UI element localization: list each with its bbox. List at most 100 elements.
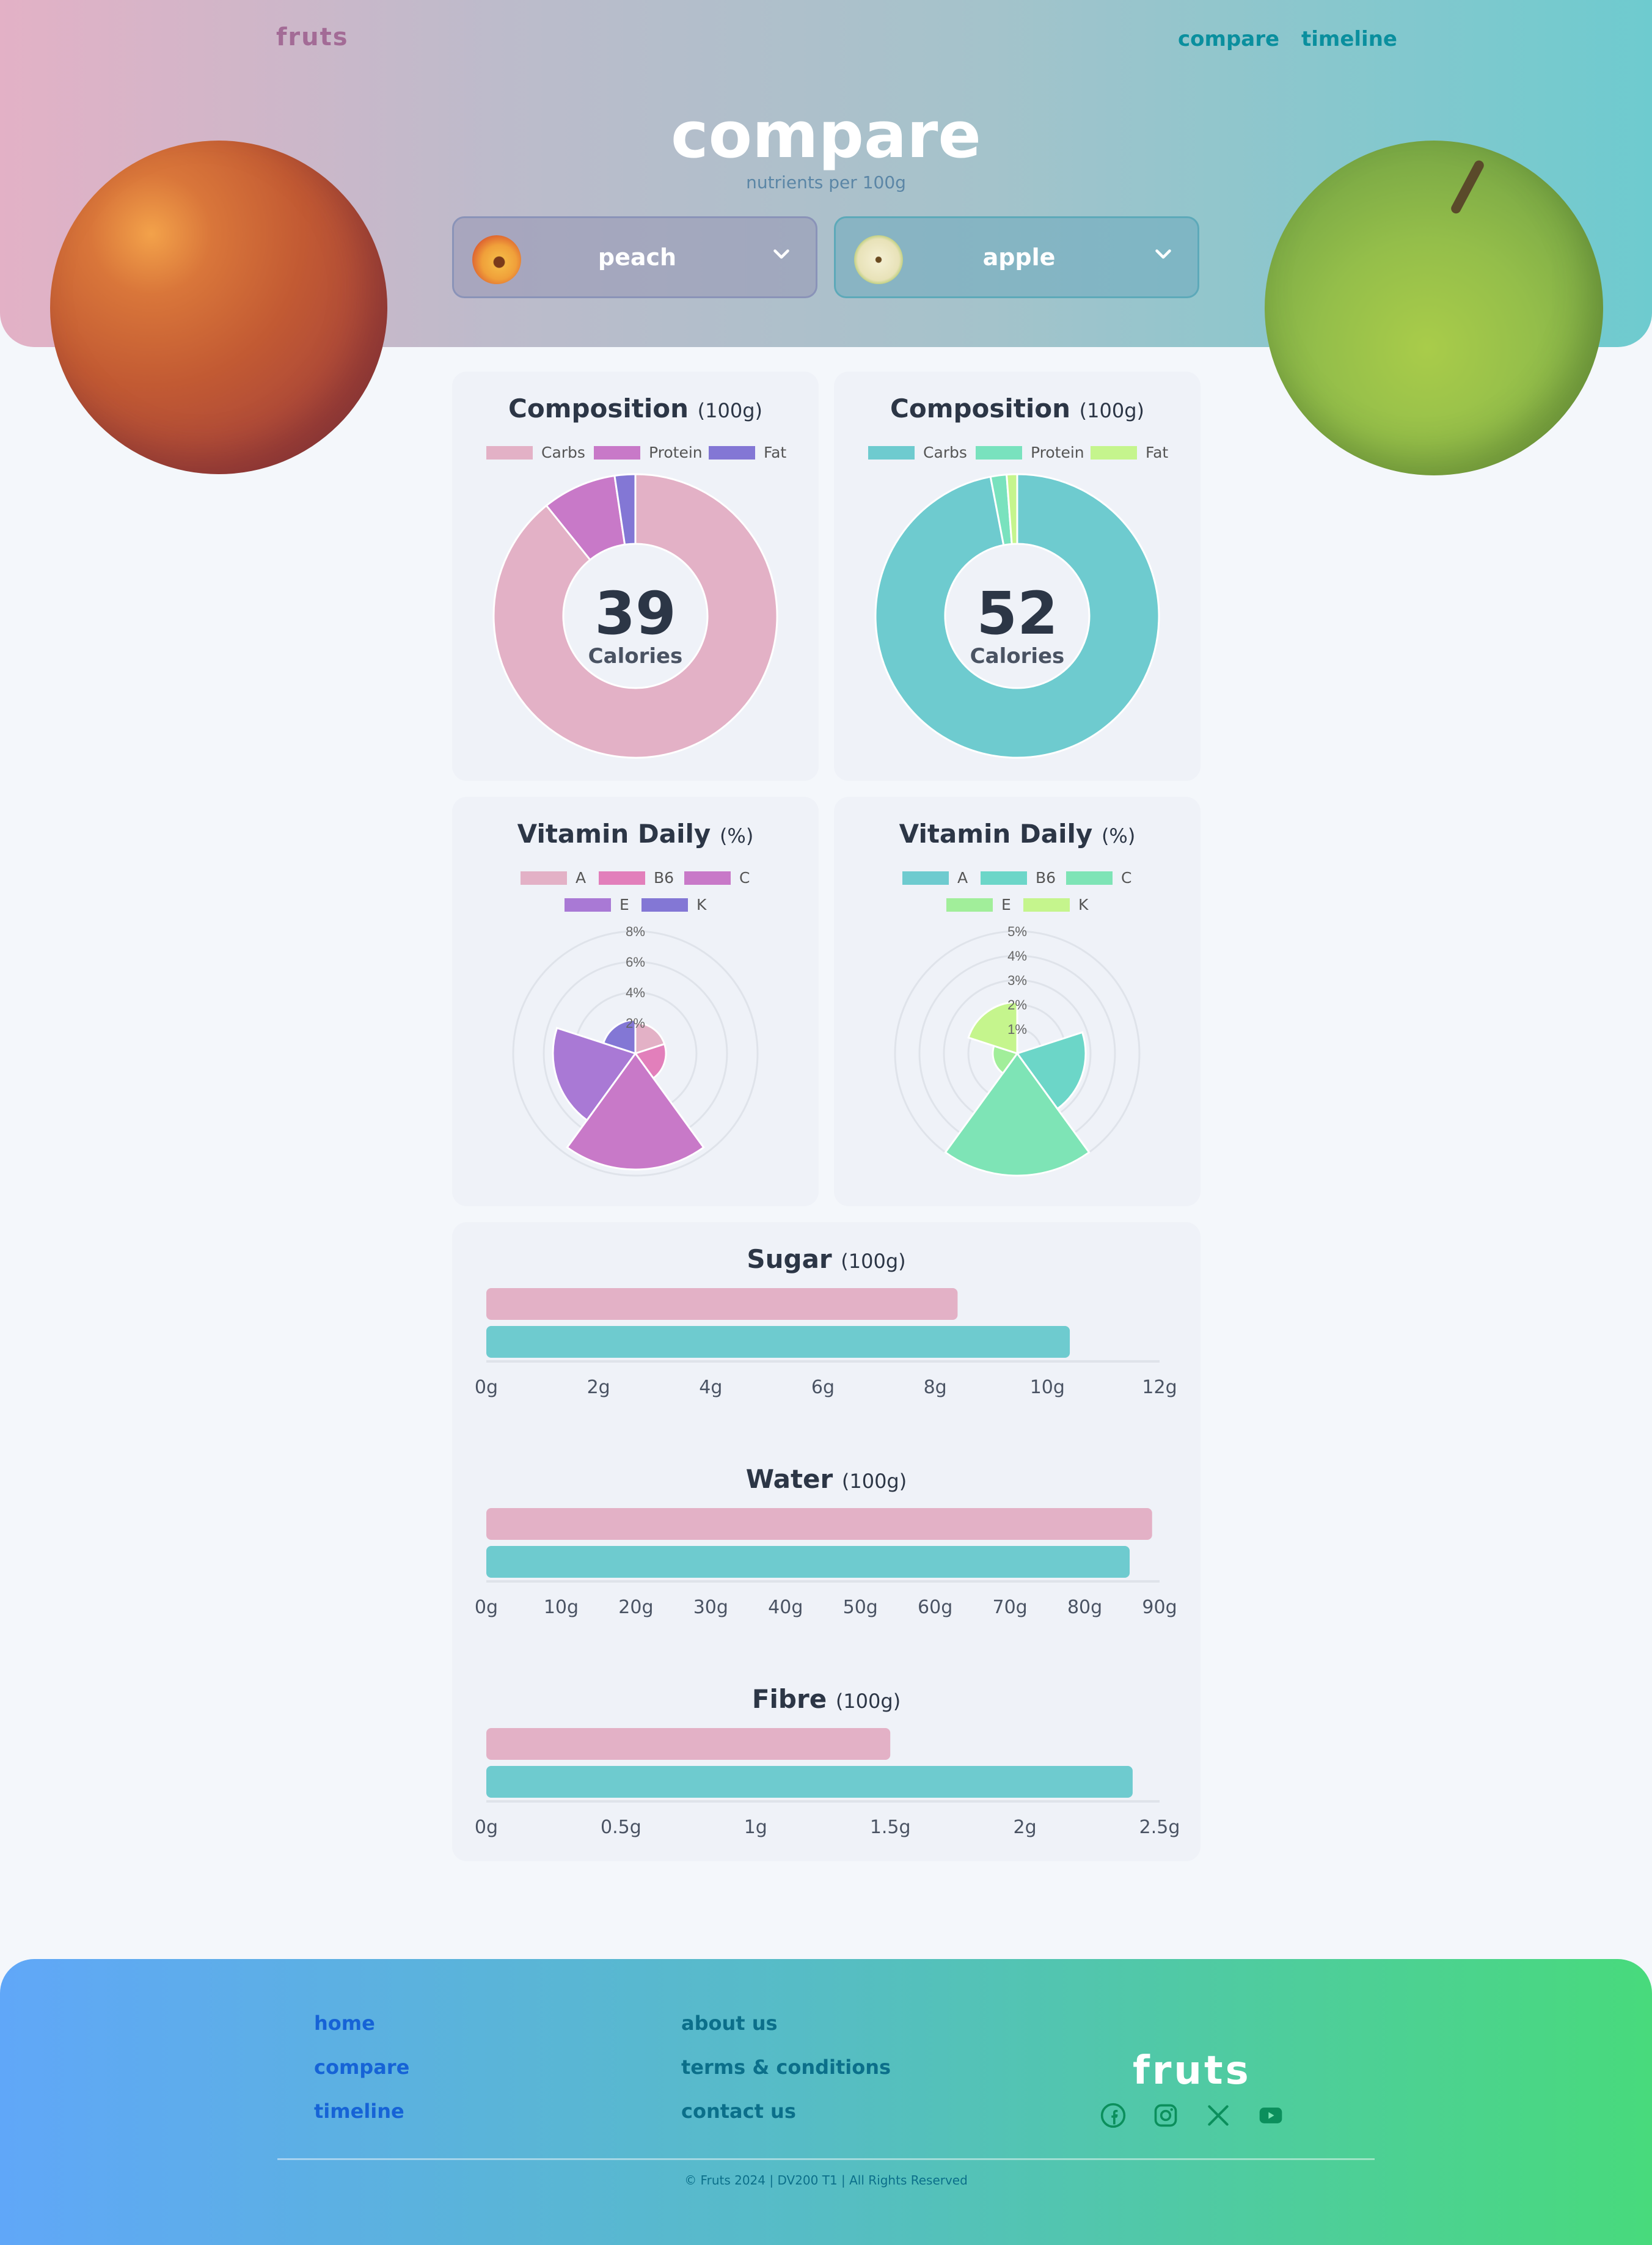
- calories-label: Calories: [588, 644, 683, 668]
- composition-card-peach: Composition (100g) Carbs Protein Fat 39 …: [452, 372, 819, 781]
- bar-tick-label: 50g: [843, 1597, 878, 1618]
- fibre-bar-chart[interactable]: 0g 0.5g 1g 1.5g 2g 2.5g: [452, 1723, 1201, 1845]
- facebook-icon[interactable]: [1100, 2102, 1127, 2129]
- footer-link-compare[interactable]: compare: [314, 2056, 409, 2079]
- peach-image: [50, 141, 387, 474]
- legend-e[interactable]: E: [946, 896, 1011, 914]
- legend-a[interactable]: A: [521, 869, 586, 887]
- bar-tick-label: 30g: [693, 1597, 728, 1618]
- bar-tick-label: 80g: [1067, 1597, 1102, 1618]
- nav-compare[interactable]: compare: [1178, 27, 1279, 51]
- fruit-select-right[interactable]: apple: [834, 216, 1199, 298]
- bar-tick-label: 2g: [587, 1377, 610, 1398]
- legend-k[interactable]: K: [641, 896, 706, 914]
- calories-label: Calories: [970, 644, 1065, 668]
- legend-e[interactable]: E: [565, 896, 629, 914]
- peach-icon: [472, 235, 521, 284]
- bar-tick-label: 0g: [475, 1377, 498, 1398]
- polar-tick-label: 2%: [626, 1016, 645, 1031]
- footer: [0, 1959, 1652, 2245]
- sugar-title: Sugar (100g): [747, 1244, 906, 1274]
- bar-peach[interactable]: [486, 1728, 891, 1760]
- footer-link-home[interactable]: home: [314, 2012, 375, 2035]
- fruit-select-right-label: apple: [982, 244, 1056, 271]
- bar-apple[interactable]: [486, 1546, 1130, 1578]
- polar-tick-label: 1%: [1007, 1022, 1027, 1037]
- bar-tick-label: 4g: [699, 1377, 722, 1398]
- bar-tick-label: 1.5g: [870, 1817, 911, 1838]
- bar-tick-label: 2.5g: [1139, 1817, 1180, 1838]
- bar-tick-label: 0g: [475, 1597, 498, 1618]
- bar-tick-label: 70g: [993, 1597, 1028, 1618]
- legend-b6[interactable]: B6: [599, 869, 674, 887]
- legend-carbs[interactable]: Carbs: [486, 444, 585, 461]
- chevron-down-icon: [1155, 249, 1171, 259]
- chevron-down-icon: [773, 249, 789, 259]
- fruit-select-left-label: peach: [598, 244, 677, 271]
- apple-image: [1265, 141, 1603, 475]
- bars-card: Sugar (100g) Water (100g) Fibre (100g) 0…: [452, 1222, 1201, 1861]
- calories-value: 39: [594, 579, 676, 648]
- footer-link-about[interactable]: about us: [681, 2012, 778, 2035]
- calories-value: 52: [976, 579, 1058, 648]
- card-title: Composition (100g): [508, 394, 762, 423]
- copyright: © Fruts 2024 | DV200 T1 | All Rights Res…: [684, 2173, 968, 2188]
- polar-tick-label: 3%: [1007, 973, 1027, 988]
- bar-tick-label: 60g: [918, 1597, 952, 1618]
- footer-link-contact[interactable]: contact us: [681, 2100, 796, 2123]
- footer-brand-logo[interactable]: fruts: [1133, 2048, 1251, 2093]
- bar-tick-label: 12g: [1142, 1377, 1177, 1398]
- legend-c[interactable]: C: [1066, 869, 1131, 887]
- bar-tick-label: 2g: [1014, 1817, 1037, 1838]
- bar-apple[interactable]: [486, 1766, 1133, 1798]
- bar-tick-label: 1g: [744, 1817, 767, 1838]
- legend-fat[interactable]: Fat: [1091, 444, 1168, 461]
- legend-protein[interactable]: Protein: [594, 444, 703, 461]
- polar-tick-label: 4%: [626, 985, 645, 1000]
- youtube-icon[interactable]: [1257, 2102, 1284, 2129]
- legend-protein[interactable]: Protein: [976, 444, 1084, 461]
- bar-tick-label: 20g: [618, 1597, 653, 1618]
- legend-a[interactable]: A: [902, 869, 968, 887]
- fibre-title: Fibre (100g): [751, 1684, 901, 1714]
- vitamin-card-peach: Vitamin Daily (%) A B6 C E K 2% 4% 6% 8%: [452, 797, 819, 1206]
- polar-tick-label: 8%: [626, 924, 645, 939]
- bar-tick-label: 6g: [811, 1377, 835, 1398]
- bar-tick-label: 10g: [1030, 1377, 1065, 1398]
- polar-tick-label: 4%: [1007, 948, 1027, 964]
- legend-fat[interactable]: Fat: [709, 444, 786, 461]
- card-title: Vitamin Daily (%): [517, 819, 754, 849]
- footer-link-terms[interactable]: terms & conditions: [681, 2056, 891, 2079]
- instagram-icon[interactable]: [1152, 2102, 1179, 2129]
- bar-tick-label: 40g: [768, 1597, 803, 1618]
- polar-tick-label: 6%: [626, 954, 645, 970]
- brand-logo[interactable]: fruts: [276, 23, 349, 51]
- legend-c[interactable]: C: [684, 869, 750, 887]
- vitamin-card-apple: Vitamin Daily (%) A B6 C E K 1% 2% 3% 4% 5%: [834, 797, 1201, 1206]
- legend-b6[interactable]: B6: [981, 869, 1056, 887]
- bar-tick-label: 0.5g: [601, 1817, 641, 1838]
- x-icon[interactable]: [1205, 2102, 1232, 2129]
- bar-tick-label: 10g: [544, 1597, 579, 1618]
- bar-peach[interactable]: [486, 1288, 958, 1320]
- legend-carbs[interactable]: Carbs: [868, 444, 967, 461]
- bar-apple[interactable]: [486, 1326, 1070, 1358]
- footer-link-timeline[interactable]: timeline: [314, 2100, 404, 2123]
- nav-timeline[interactable]: timeline: [1301, 27, 1397, 51]
- bar-peach[interactable]: [486, 1508, 1152, 1540]
- water-bar-chart[interactable]: 0g 10g 20g 30g 40g 50g 60g 70g 80g 90g: [452, 1503, 1201, 1625]
- vitamin-polar-apple[interactable]: 1% 2% 3% 4% 5%: [883, 919, 1152, 1188]
- sugar-bar-chart[interactable]: 0g 2g 4g 6g 8g 10g 12g: [452, 1283, 1201, 1405]
- polar-tick-label: 2%: [1007, 997, 1027, 1013]
- legend-k[interactable]: K: [1023, 896, 1088, 914]
- bar-tick-label: 0g: [475, 1817, 498, 1838]
- fruit-select-left[interactable]: peach: [452, 216, 817, 298]
- card-title: Composition (100g): [890, 394, 1144, 423]
- composition-card-apple: Composition (100g) Carbs Protein Fat 52 …: [834, 372, 1201, 781]
- polar-tick-label: 5%: [1007, 924, 1027, 939]
- vitamin-polar-peach[interactable]: 2% 4% 6% 8%: [501, 919, 770, 1188]
- water-title: Water (100g): [745, 1464, 907, 1494]
- footer-divider: [277, 2158, 1375, 2160]
- bar-tick-label: 90g: [1142, 1597, 1177, 1618]
- bar-tick-label: 8g: [924, 1377, 947, 1398]
